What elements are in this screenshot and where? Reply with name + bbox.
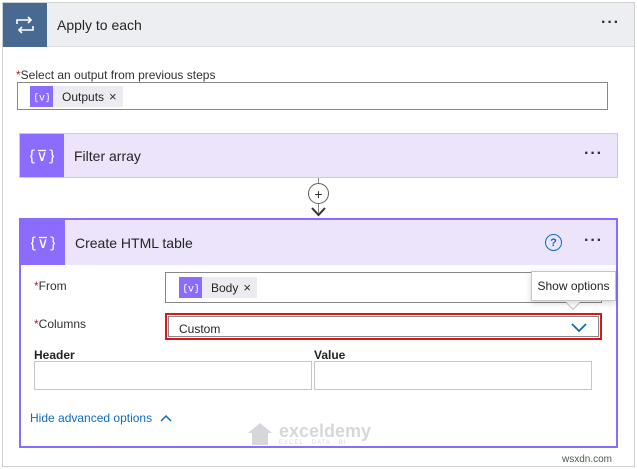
exceldemy-watermark: exceldemy EXCEL · DATA · BI (247, 422, 371, 446)
loop-arrows-icon (3, 3, 47, 47)
outputs-token[interactable]: {v} Outputs × (30, 86, 123, 107)
apply-to-each-title: Apply to each (57, 17, 142, 33)
create-html-table-title: Create HTML table (75, 235, 193, 251)
curly-braces-filter-icon: {⊽} (21, 220, 65, 265)
create-html-table-more-button[interactable]: ··· (584, 233, 603, 249)
add-step-button[interactable]: + (308, 183, 329, 204)
svg-text:{⊽}: {⊽} (30, 147, 54, 165)
columns-dropdown[interactable]: Custom (165, 313, 602, 340)
plus-icon: + (314, 185, 323, 202)
curly-braces-filter-icon: {⊽} (20, 134, 64, 177)
filter-array-card[interactable]: {⊽} Filter array ··· (19, 133, 618, 178)
svg-text:{v}: {v} (35, 92, 49, 103)
svg-text:{⊽}: {⊽} (31, 234, 55, 252)
select-output-label: *Select an output from previous steps (16, 68, 216, 82)
apply-to-each-more-button[interactable]: ··· (601, 15, 620, 31)
body-token-label: Body (211, 280, 239, 295)
curly-braces-filter-icon: {v} (179, 277, 202, 298)
house-logo-icon (248, 423, 272, 445)
filter-array-more-button[interactable]: ··· (584, 146, 603, 162)
remove-token-button[interactable]: × (243, 280, 257, 295)
header-input[interactable] (34, 361, 312, 390)
value-input[interactable] (314, 361, 592, 390)
body-token[interactable]: {v} Body × (179, 277, 257, 298)
connector-arrow-icon (311, 207, 326, 217)
columns-label: *Columns (34, 317, 87, 331)
remove-token-button[interactable]: × (109, 89, 123, 104)
columns-selected-value: Custom (179, 322, 221, 336)
question-icon[interactable]: ? (545, 234, 562, 251)
apply-to-each-header[interactable]: Apply to each ··· (3, 3, 634, 47)
select-output-input[interactable]: {v} Outputs × (17, 82, 608, 110)
from-label: *From (34, 279, 67, 293)
filter-array-title: Filter array (74, 148, 141, 164)
site-watermark: wsxdn.com (562, 454, 613, 465)
create-html-table-header[interactable]: {⊽} Create HTML table ? ··· (21, 220, 616, 265)
chevron-down-icon[interactable] (571, 323, 587, 333)
hide-advanced-options-link[interactable]: Hide advanced options (30, 411, 172, 425)
outputs-token-label: Outputs (62, 89, 105, 104)
curly-braces-filter-icon: {v} (30, 86, 53, 107)
chevron-up-icon (160, 414, 172, 422)
header-column-label: Header (34, 348, 75, 362)
value-column-label: Value (314, 348, 346, 362)
show-options-tooltip: Show options (531, 271, 616, 301)
svg-text:{v}: {v} (184, 283, 198, 294)
